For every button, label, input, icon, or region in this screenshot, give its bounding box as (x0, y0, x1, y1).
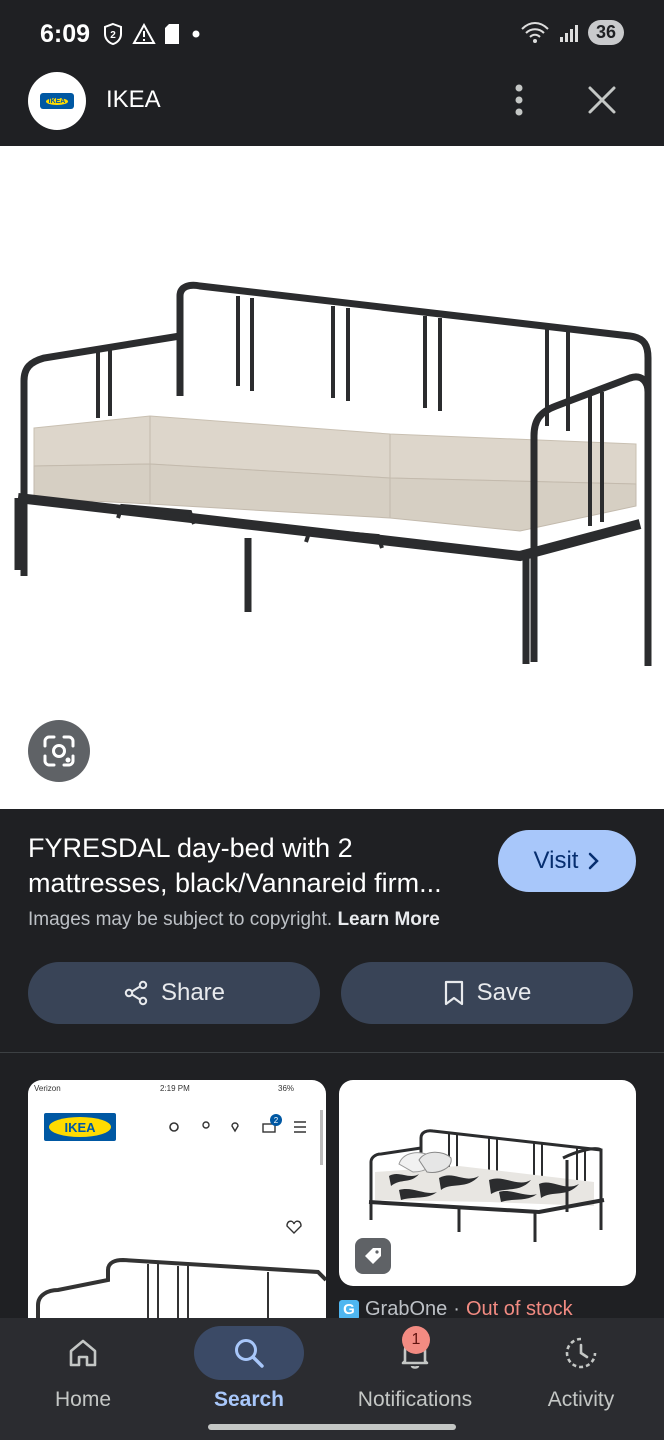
warning-icon (132, 23, 156, 44)
related-results: Verizon 2:19 PM 36% IKEA 2 G GrabOne · O… (0, 1080, 664, 1320)
signal-icon (559, 24, 578, 42)
result-title-line2: mattresses, black/Vannareid firm... (28, 868, 442, 898)
nav-home[interactable]: Home (0, 1318, 166, 1440)
nav-search-icon-wrap (194, 1326, 304, 1380)
learn-more-link[interactable]: Learn More (337, 909, 439, 930)
status-icons-left: 2 (102, 22, 204, 46)
source-separator: · (453, 1298, 460, 1320)
status-bar: 6:09 2 36 (0, 0, 664, 66)
divider (0, 1052, 664, 1053)
close-icon[interactable] (584, 82, 620, 118)
thumb-cart-count: 2 (274, 1116, 279, 1125)
copyright-text: Images may be subject to copyright. (28, 909, 333, 930)
bookmark-icon (444, 980, 463, 1006)
result-info: FYRESDAL day-bed with 2 mattresses, blac… (0, 809, 664, 1053)
search-icon (235, 1339, 264, 1368)
google-lens-icon (43, 735, 75, 767)
price-tag-badge (355, 1238, 391, 1274)
price-tag-icon (365, 1248, 381, 1264)
status-icons-right: 36 (520, 20, 624, 45)
result-title-line1: FYRESDAL day-bed with 2 (28, 833, 353, 863)
dot-icon (192, 30, 200, 38)
svg-text:2: 2 (110, 30, 116, 41)
home-icon (69, 1339, 97, 1367)
activity-icon (565, 1337, 597, 1369)
more-options-icon[interactable] (504, 82, 534, 118)
result-title[interactable]: FYRESDAL day-bed with 2 mattresses, blac… (28, 831, 488, 901)
stock-status: Out of stock (465, 1298, 573, 1320)
save-label: Save (476, 979, 532, 1006)
battery-indicator: 36 (587, 20, 624, 45)
visit-button[interactable]: Visit (498, 830, 636, 892)
nav-search-label: Search (213, 1388, 285, 1411)
daybed-image (14, 281, 652, 666)
home-indicator[interactable] (208, 1424, 456, 1430)
lens-button[interactable] (28, 720, 90, 782)
nav-activity-label: Activity (547, 1388, 615, 1411)
related-result-ikea-screenshot[interactable]: Verizon 2:19 PM 36% IKEA 2 (28, 1080, 326, 1320)
chevron-right-icon (589, 852, 600, 870)
site-logo[interactable]: IKEA (28, 72, 86, 130)
nav-activity-icon-wrap (526, 1326, 636, 1380)
copyright-notice: Images may be subject to copyright. Lear… (28, 909, 440, 931)
grabone-source[interactable]: G GrabOne · Out of stock (339, 1298, 573, 1320)
thumb-ikea-logo: IKEA (64, 1120, 96, 1135)
product-image[interactable] (0, 146, 664, 809)
thumb-time: 2:19 PM (160, 1084, 190, 1093)
nav-activity[interactable]: Activity (498, 1318, 664, 1440)
share-button[interactable]: Share (28, 962, 320, 1024)
save-button[interactable]: Save (341, 962, 633, 1024)
ikea-screenshot-thumbnail: Verizon 2:19 PM 36% IKEA 2 (34, 1084, 326, 1320)
related-result-grabone[interactable] (339, 1080, 636, 1286)
sd-card-icon (165, 24, 179, 44)
ikea-logo-icon: IKEA (40, 93, 74, 109)
nav-home-label: Home (54, 1388, 112, 1411)
grabone-logo-icon: G (339, 1299, 359, 1320)
data-saver-icon: 2 (104, 22, 122, 46)
nav-home-icon-wrap (28, 1326, 138, 1380)
thumb-battery: 36% (278, 1084, 294, 1093)
nav-notifications-label: Notifications (357, 1388, 473, 1411)
site-name[interactable]: IKEA (106, 86, 161, 114)
header: IKEA IKEA (0, 66, 664, 146)
notification-badge: 1 (402, 1326, 430, 1354)
nav-notifications[interactable]: 1 Notifications (332, 1318, 498, 1440)
nav-search[interactable]: Search (166, 1318, 332, 1440)
visit-label: Visit (533, 847, 579, 874)
share-label: Share (160, 979, 226, 1006)
source-name: GrabOne (365, 1298, 448, 1320)
bottom-navigation: Home Search 1 Notifications Activity (0, 1318, 664, 1440)
status-time: 6:09 (40, 20, 91, 48)
wifi-icon (521, 21, 549, 43)
thumb-carrier: Verizon (34, 1084, 61, 1093)
share-icon (124, 980, 148, 1006)
